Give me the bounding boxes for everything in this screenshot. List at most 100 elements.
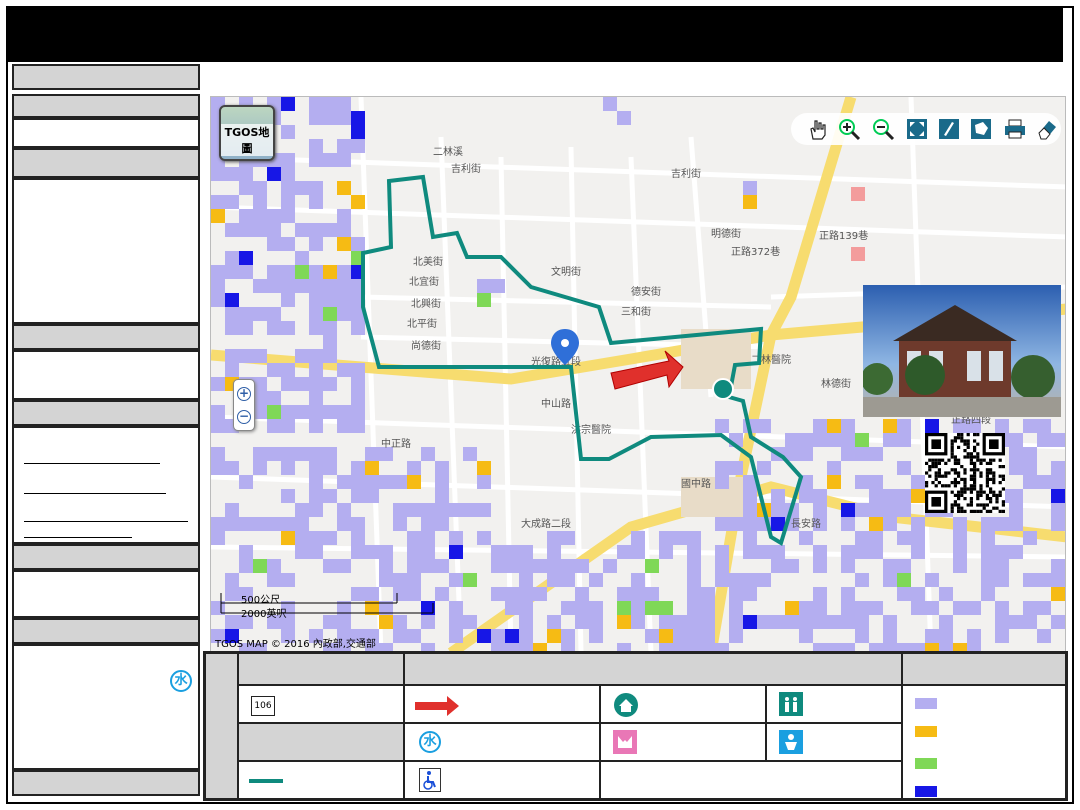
family-care-icon [613,730,637,754]
hazard-cell [491,559,505,573]
hazard-cell [477,475,491,489]
shelter-marker[interactable] [712,378,734,400]
hazard-cell [799,447,813,461]
map-view[interactable]: 吉利街 吉利街 二林溪 明德街 正路372巷 北美街 北宜街 北興街 北平街 尚德街 文明街 德安街三… [210,96,1066,652]
hazard-cell [813,559,827,573]
hazard-cell [211,167,225,181]
road-label: 三和街 [621,305,651,318]
hazard-cell [757,461,771,475]
hazard-cell [715,461,729,475]
hazard-cell [1023,475,1037,489]
hazard-cell [239,223,253,237]
tgos-map-button[interactable]: TGOS地圖 [219,105,275,161]
draw-polygon-icon[interactable] [969,117,993,141]
hazard-cell [505,601,519,615]
shelter-icon [614,693,638,717]
hazard-cell [519,559,533,573]
hazard-cell [855,629,869,643]
road-label: 吉利街 [451,162,481,175]
hazard-cell [995,419,1009,433]
print-icon[interactable] [1003,117,1027,141]
hazard-cell [953,559,967,573]
hazard-cell [365,461,379,475]
hazard-cell [393,517,407,531]
hazard-cell [575,615,589,629]
hazard-cell [337,279,351,293]
draw-line-icon[interactable] [937,117,961,141]
hazard-cell [687,629,701,643]
link-underline-4[interactable] [24,537,132,538]
hazard-cell [547,531,561,545]
direction-arrow-icon [415,696,459,716]
hazard-cell [547,615,561,629]
hazard-cell [281,517,295,531]
hazard-cell [561,559,575,573]
hazard-cell [771,615,785,629]
hazard-cell [351,419,365,433]
hazard-cell [687,573,701,587]
hazard-cell [729,629,743,643]
hazard-cell [505,629,519,643]
hazard-cell [967,629,981,643]
hazard-cell [309,531,323,545]
qr-code[interactable] [925,433,1005,513]
hazard-cell [225,167,239,181]
hazard-cell [281,447,295,461]
hazard-cell [211,517,225,531]
pan-hand-icon[interactable] [805,117,829,141]
hazard-cell [757,573,771,587]
hazard-cell [883,615,897,629]
hazard-cell [323,405,337,419]
hazard-cell [785,601,799,615]
zoom-minus-button[interactable]: − [237,410,251,424]
link-underline-1[interactable] [24,463,160,464]
zoom-plus-button[interactable]: + [237,387,251,401]
hazard-cell [309,461,323,475]
hazard-cell [351,111,365,125]
hazard-cell [1051,517,1065,531]
building-block [681,329,751,389]
eraser-icon[interactable] [1035,117,1059,141]
hazard-cell [673,531,687,545]
hazard-cell [253,517,267,531]
hazard-cell [673,629,687,643]
zoom-in-icon[interactable] [837,117,861,141]
hazard-cell [939,629,953,643]
hazard-cell [281,489,295,503]
link-underline-2[interactable] [24,493,166,494]
hazard-cell [351,405,365,419]
hazard-cell [883,503,897,517]
hazard-cell [687,601,701,615]
hazard-cell [281,125,295,139]
hazard-cell [743,195,757,209]
full-extent-icon[interactable] [905,117,929,141]
hazard-cell [953,531,967,545]
hazard-cell [1023,531,1037,545]
hazard-cell [225,223,239,237]
hazard-cell [239,181,253,195]
hazard-cell [701,615,715,629]
hazard-cell [351,139,365,153]
hazard-cell [309,349,323,363]
hazard-cell [239,265,253,279]
hazard-cell [813,545,827,559]
scale-bar: 500公尺 2000英呎 [219,591,439,621]
hazard-cell [295,181,309,195]
hazard-cell [449,615,463,629]
hazard-cell [617,545,631,559]
building-photo [863,285,1061,417]
hazard-cell [281,181,295,195]
gas-station-marker [851,247,865,261]
link-underline-3[interactable] [24,521,188,522]
hazard-cell [267,517,281,531]
hazard-cell [407,503,421,517]
hazard-cell [855,615,869,629]
hazard-cell [1065,475,1066,489]
hazard-cell [785,615,799,629]
hazard-cell [687,559,701,573]
zoom-out-icon[interactable] [871,117,895,141]
left-panel-header-5 [12,400,200,426]
map-toolbar [791,113,1061,145]
hazard-cell [897,587,911,601]
hazard-cell [323,489,337,503]
